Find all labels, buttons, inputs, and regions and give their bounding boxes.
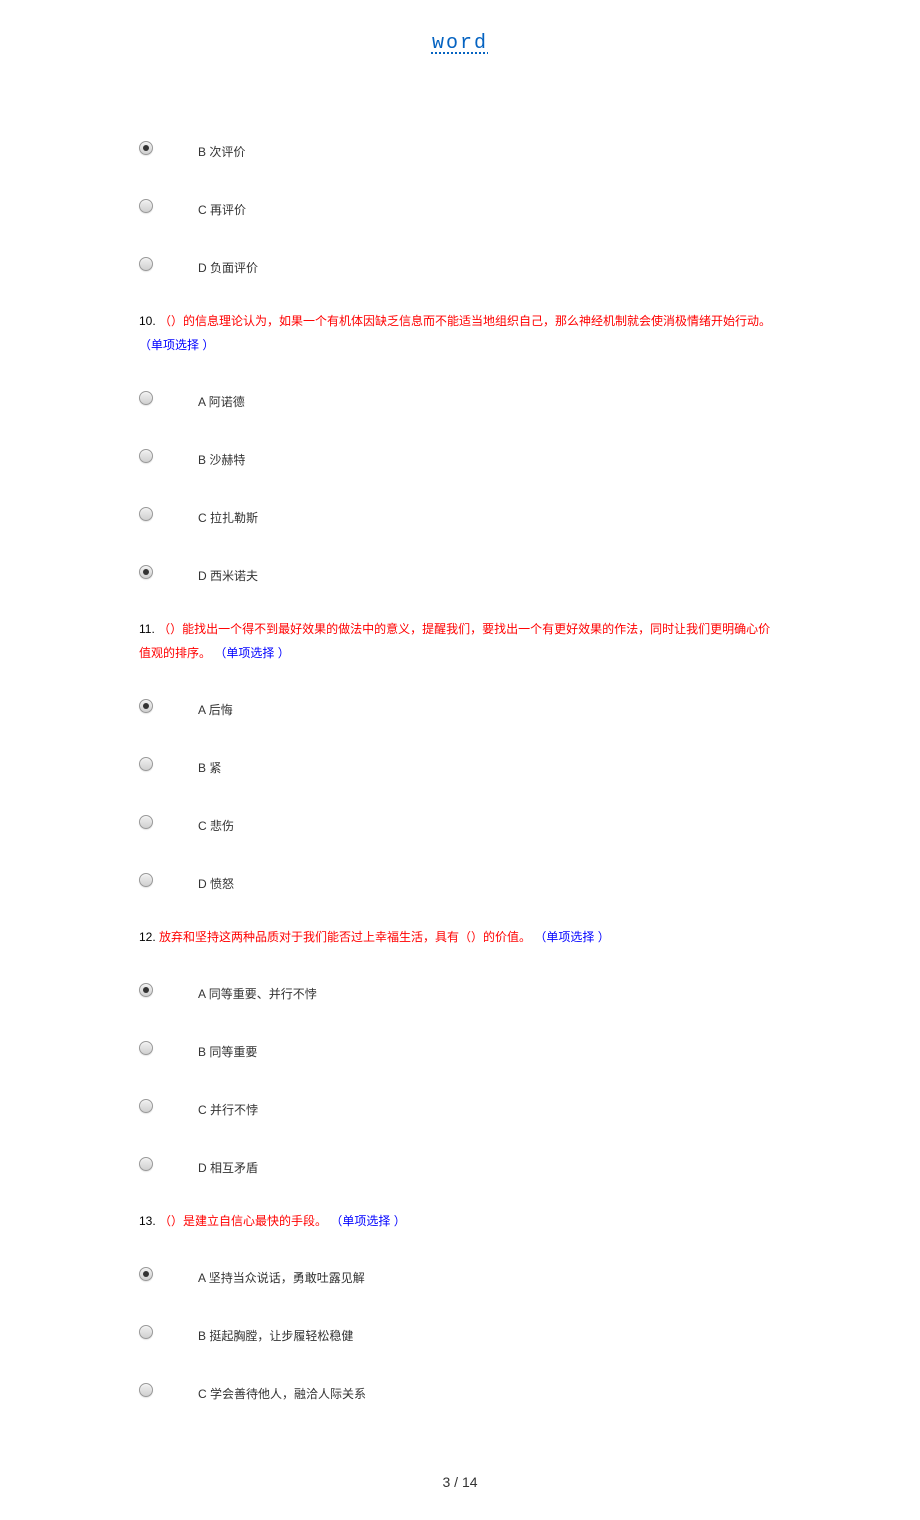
radio-button[interactable] (139, 1383, 153, 1397)
radio-button[interactable] (139, 141, 153, 155)
option-text: D 愤怒 (198, 867, 234, 892)
option-row: C 学会善待他人，融洽人际关系 (139, 1377, 781, 1402)
radio-button[interactable] (139, 1325, 153, 1339)
option-row: C 悲伤 (139, 809, 781, 834)
option-row: D 西米诺夫 (139, 559, 781, 584)
option-row: A 阿诺德 (139, 385, 781, 410)
option-text: C 悲伤 (198, 809, 234, 834)
option-row: D 愤怒 (139, 867, 781, 892)
question-10: 10. （）的信息理论认为，如果一个有机体因缺乏信息而不能适当地组织自己，那么神… (139, 309, 781, 357)
question-text: 11. （）能找出一个得不到最好效果的做法中的意义，提醒我们，要找出一个有更好效… (139, 617, 781, 665)
radio-button[interactable] (139, 1099, 153, 1113)
option-text: A 后悔 (198, 693, 233, 718)
option-text: C 再评价 (198, 193, 246, 218)
question-12: 12. 放弃和坚持这两种品质对于我们能否过上幸福生活，具有（）的价值。 （单项选… (139, 925, 781, 949)
document-content: B 次评价 C 再评价 D 负面评价 10. （）的信息理论认为，如果一个有机体… (0, 135, 920, 1402)
option-row: C 并行不悖 (139, 1093, 781, 1118)
option-row: B 次评价 (139, 135, 781, 160)
option-text: B 次评价 (198, 135, 245, 160)
option-row: B 同等重要 (139, 1035, 781, 1060)
radio-button[interactable] (139, 449, 153, 463)
radio-button[interactable] (139, 1041, 153, 1055)
radio-button[interactable] (139, 391, 153, 405)
option-text: A 同等重要、并行不悖 (198, 977, 317, 1002)
option-row: A 同等重要、并行不悖 (139, 977, 781, 1002)
page-footer: 3 / 14 (0, 1474, 920, 1520)
option-text: B 同等重要 (198, 1035, 257, 1060)
option-text: C 学会善待他人，融洽人际关系 (198, 1377, 366, 1402)
radio-button[interactable] (139, 257, 153, 271)
option-text: B 沙赫特 (198, 443, 245, 468)
radio-button[interactable] (139, 1267, 153, 1281)
option-row: D 负面评价 (139, 251, 781, 276)
option-row: A 后悔 (139, 693, 781, 718)
option-row: B 沙赫特 (139, 443, 781, 468)
option-text: D 负面评价 (198, 251, 258, 276)
radio-button[interactable] (139, 1157, 153, 1171)
question-text: 13. （）是建立自信心最快的手段。 （单项选择 ） (139, 1209, 781, 1233)
option-row: D 相互矛盾 (139, 1151, 781, 1176)
header: word (0, 0, 920, 55)
question-text: 10. （）的信息理论认为，如果一个有机体因缺乏信息而不能适当地组织自己，那么神… (139, 309, 781, 357)
option-text: D 西米诺夫 (198, 559, 258, 584)
option-row: C 拉扎勒斯 (139, 501, 781, 526)
option-row: B 挺起胸膛，让步履轻松稳健 (139, 1319, 781, 1344)
radio-button[interactable] (139, 699, 153, 713)
option-text: D 相互矛盾 (198, 1151, 258, 1176)
radio-button[interactable] (139, 815, 153, 829)
option-text: C 并行不悖 (198, 1093, 258, 1118)
option-row: C 再评价 (139, 193, 781, 218)
radio-button[interactable] (139, 757, 153, 771)
option-text: B 紧 (198, 751, 221, 776)
option-row: A 坚持当众说话，勇敢吐露见解 (139, 1261, 781, 1286)
option-row: B 紧 (139, 751, 781, 776)
radio-button[interactable] (139, 565, 153, 579)
header-link[interactable]: word (432, 32, 488, 55)
radio-button[interactable] (139, 873, 153, 887)
option-text: B 挺起胸膛，让步履轻松稳健 (198, 1319, 353, 1344)
option-text: C 拉扎勒斯 (198, 501, 258, 526)
radio-button[interactable] (139, 199, 153, 213)
radio-button[interactable] (139, 507, 153, 521)
question-13: 13. （）是建立自信心最快的手段。 （单项选择 ） (139, 1209, 781, 1233)
option-text: A 阿诺德 (198, 385, 245, 410)
option-text: A 坚持当众说话，勇敢吐露见解 (198, 1261, 365, 1286)
question-11: 11. （）能找出一个得不到最好效果的做法中的意义，提醒我们，要找出一个有更好效… (139, 617, 781, 665)
question-text: 12. 放弃和坚持这两种品质对于我们能否过上幸福生活，具有（）的价值。 （单项选… (139, 925, 781, 949)
radio-button[interactable] (139, 983, 153, 997)
